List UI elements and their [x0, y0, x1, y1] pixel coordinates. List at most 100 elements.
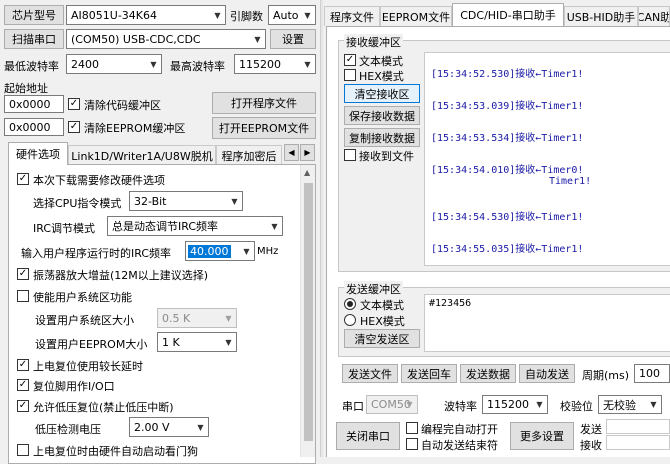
send-file-button[interactable]: 发送文件: [342, 364, 398, 383]
tab-can[interactable]: CAN助: [638, 6, 670, 26]
min-baud-select[interactable]: 2400 ▼: [66, 54, 162, 74]
tab-cdc-hid-serial[interactable]: CDC/HID-串口助手: [452, 3, 564, 26]
amp-gain-label: 振荡器放大增益(12M以上建议选择): [33, 269, 209, 282]
clear-eeprom-buffer-checkbox[interactable]: ✓: [68, 121, 80, 133]
start-address-label: 起始地址: [4, 82, 48, 95]
send-hex-mode-radio[interactable]: [344, 314, 356, 326]
recv-hex-mode-label: HEX模式: [359, 70, 404, 83]
sys-size-select[interactable]: 0.5 K ▼: [157, 308, 237, 328]
period-value: 100: [639, 367, 660, 380]
settings-button[interactable]: 设置: [270, 29, 316, 49]
max-baud-value: 115200: [239, 57, 281, 71]
tab-program-encrypt[interactable]: 程序加密后: [216, 145, 282, 165]
tab-scroll-left-button[interactable]: ◀: [284, 144, 299, 161]
open-program-file-button[interactable]: 打开程序文件: [212, 92, 316, 114]
send-text-mode-label: 文本模式: [360, 299, 404, 312]
modify-hw-checkbox[interactable]: ✓: [17, 173, 29, 185]
receive-buffer-title: 接收缓冲区: [344, 34, 403, 50]
irc-mode-value: 总是动态调节IRC频率: [112, 220, 219, 233]
watchdog-checkbox[interactable]: [17, 444, 29, 456]
baud-rate-select[interactable]: 115200 ▼: [482, 395, 548, 414]
receive-line: [15:34:54.010]接收←Timer0!: [431, 165, 584, 176]
clear-send-button[interactable]: 清空发送区: [344, 329, 420, 348]
send-data-button[interactable]: 发送数据: [460, 364, 516, 383]
close-port-button[interactable]: 关闭串口: [336, 422, 400, 450]
serial-port-label: 串口: [342, 400, 364, 413]
send-text-area[interactable]: #123456: [424, 294, 670, 352]
min-baud-label: 最低波特率: [4, 60, 59, 73]
pin-count-select[interactable]: Auto ▼: [268, 5, 316, 25]
pin-count-label: 引脚数: [230, 10, 263, 23]
panel-divider: [320, 0, 323, 457]
send-return-button[interactable]: 发送回车: [401, 364, 457, 383]
receive-line: [15:34:52.530]接收←Timer1!: [431, 69, 584, 80]
amp-gain-checkbox[interactable]: ✓: [17, 268, 29, 280]
receive-line: [15:34:54.530]接收←Timer1!: [431, 212, 584, 223]
scroll-thumb[interactable]: [304, 183, 313, 441]
auto-send-button[interactable]: 自动发送: [519, 364, 575, 383]
chip-model-select[interactable]: AI8051U-34K64 ▼: [66, 5, 226, 25]
chevron-down-icon: ▼: [243, 246, 250, 256]
user-sys-area-checkbox[interactable]: [17, 290, 29, 302]
irc-mode-select[interactable]: 总是动态调节IRC频率 ▼: [107, 216, 283, 236]
send-buffer-title: 发送缓冲区: [344, 281, 403, 297]
send-count-label: 发送: [580, 423, 602, 436]
tab-program-file[interactable]: 程序文件: [324, 6, 380, 26]
port-select[interactable]: (COM50) USB-CDC,CDC ▼: [66, 29, 266, 49]
send-hex-mode-label: HEX模式: [360, 315, 405, 328]
low-volt-reset-checkbox[interactable]: ✓: [17, 400, 29, 412]
open-eeprom-file-button[interactable]: 打开EEPROM文件: [212, 117, 316, 139]
low-volt-select[interactable]: 2.00 V ▼: [129, 417, 209, 437]
modify-hw-label: 本次下载需要修改硬件选项: [33, 174, 165, 187]
eeprom-address-input[interactable]: 0x0000: [4, 118, 64, 136]
low-volt-value: 2.00 V: [134, 420, 170, 434]
tab-eeprom-file[interactable]: EEPROM文件: [380, 6, 452, 26]
max-baud-select[interactable]: 115200 ▼: [234, 54, 316, 74]
recv-hex-mode-checkbox[interactable]: [344, 69, 356, 81]
chip-model-label-button[interactable]: 芯片型号: [4, 5, 64, 25]
hardware-options-panel: ✓ 本次下载需要修改硬件选项 选择CPU指令模式 32-Bit ▼ IRC调节模…: [8, 164, 316, 464]
start-address-input[interactable]: 0x0000: [4, 95, 64, 113]
send-content: #123456: [429, 298, 472, 309]
parity-select[interactable]: 无校验 ▼: [598, 395, 662, 414]
clear-code-buffer-checkbox[interactable]: ✓: [68, 98, 80, 110]
user-sys-area-label: 使能用户系统区功能: [33, 291, 132, 304]
sys-size-value: 0.5 K: [162, 311, 191, 325]
tab-scroll-right-button[interactable]: ▶: [300, 144, 315, 161]
min-baud-value: 2400: [71, 57, 99, 71]
scan-port-button[interactable]: 扫描串口: [4, 29, 64, 49]
chevron-down-icon: ▼: [304, 10, 311, 20]
cpu-mode-value: 32-Bit: [134, 194, 167, 208]
recv-text-mode-checkbox[interactable]: ✓: [344, 54, 356, 66]
receive-text-area[interactable]: [15:34:52.530]接收←Timer1! [15:34:53.039]接…: [424, 52, 670, 266]
scroll-up-icon[interactable]: ▲: [304, 168, 310, 177]
eeprom-size-select[interactable]: 1 K ▼: [157, 332, 237, 352]
tab-hardware-options[interactable]: 硬件选项: [8, 142, 68, 165]
irc-freq-select[interactable]: 40.000 ▼: [185, 241, 255, 261]
low-volt-reset-label: 允许低压复位(禁止低压中断): [33, 401, 174, 414]
cpu-mode-label: 选择CPU指令模式: [33, 197, 122, 210]
receive-line: [15:34:53.534]接收←Timer1!: [431, 133, 584, 144]
auto-end-checkbox[interactable]: [406, 438, 418, 450]
chevron-down-icon: ▼: [214, 10, 221, 20]
auto-open-checkbox[interactable]: [406, 422, 418, 434]
serial-port-select[interactable]: COM50 ▼: [366, 395, 418, 414]
clear-receive-button[interactable]: 清空接收区: [344, 84, 420, 103]
power-delay-checkbox[interactable]: ✓: [17, 359, 29, 371]
period-input[interactable]: 100: [634, 364, 670, 383]
chevron-down-icon: ▼: [271, 221, 278, 231]
save-receive-button[interactable]: 保存接收数据: [344, 106, 420, 125]
tab-link1d-offline[interactable]: Link1D/Writer1A/U8W脱机: [68, 145, 216, 165]
copy-receive-button[interactable]: 复制接收数据: [344, 128, 420, 147]
send-text-mode-radio[interactable]: [344, 298, 356, 310]
cpu-mode-select[interactable]: 32-Bit ▼: [129, 191, 243, 211]
reset-io-checkbox[interactable]: ✓: [17, 379, 29, 391]
recv-to-file-checkbox[interactable]: [344, 149, 356, 161]
tab-usb-hid[interactable]: USB-HID助手: [564, 6, 638, 26]
chevron-down-icon: ▼: [231, 196, 238, 206]
clear-eeprom-buffer-label: 清除EEPROM缓冲区: [84, 122, 186, 135]
power-delay-label: 上电复位使用较长延时: [33, 360, 143, 373]
more-settings-button[interactable]: 更多设置: [510, 422, 574, 450]
hw-options-scrollbar[interactable]: ▲: [300, 165, 315, 457]
irc-mode-label: IRC调节模式: [33, 222, 96, 235]
